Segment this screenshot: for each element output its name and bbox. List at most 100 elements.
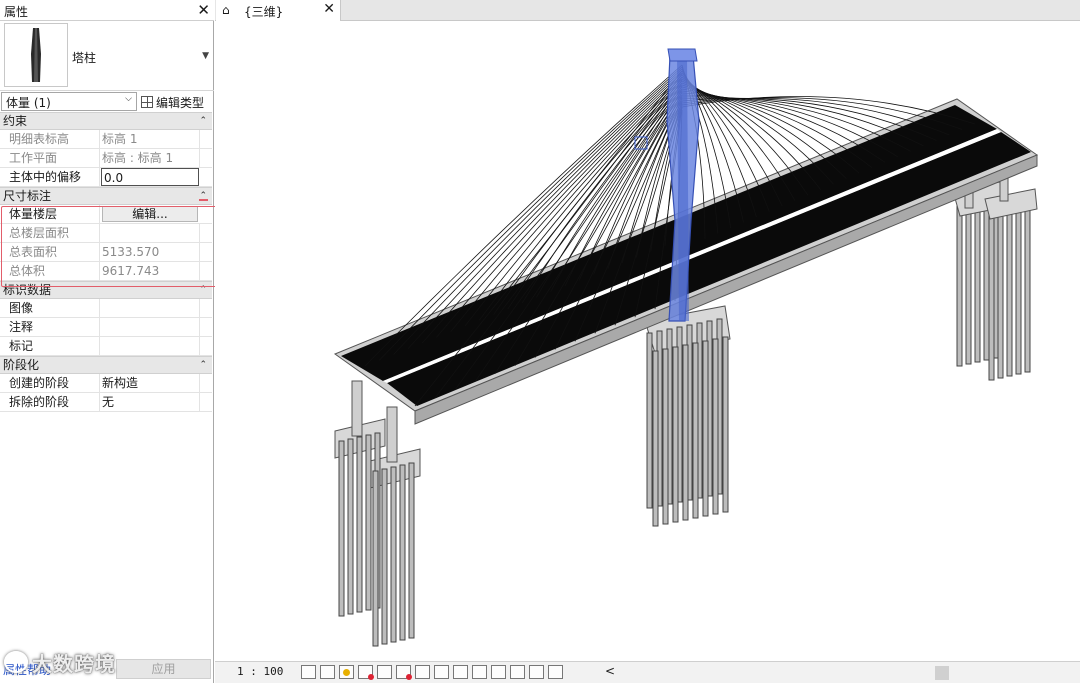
pile <box>347 438 354 615</box>
properties-panel: 属性 ✕ 塔柱 ▼ 体量 (1) ⌵ 编辑类型 约束 ⌃ 明细表标高 标高 1 … <box>0 0 214 683</box>
pile <box>997 212 1004 379</box>
middle-pier-group <box>644 305 731 527</box>
property-row: 拆除的阶段 无 <box>0 393 212 412</box>
section-constraints[interactable]: 约束 ⌃ <box>0 112 212 130</box>
right-pier-group <box>952 170 1038 381</box>
properties-titlebar: 属性 ✕ <box>0 0 214 21</box>
pile <box>390 466 397 643</box>
horizontal-scrollbar[interactable] <box>935 666 949 680</box>
pile <box>682 344 689 521</box>
section-phasing[interactable]: 阶段化 ⌃ <box>0 356 212 374</box>
close-icon[interactable]: ✕ <box>323 1 335 17</box>
section-title: 阶段化 <box>3 358 40 372</box>
edit-type-button[interactable]: 编辑类型 <box>141 93 204 111</box>
property-value: 9617.743 <box>100 262 200 280</box>
instance-filter-select[interactable]: 体量 (1) ⌵ <box>1 92 137 111</box>
property-row: 注释 <box>0 318 212 337</box>
collapse-icon[interactable]: ⌃ <box>199 113 207 129</box>
chevron-down-icon[interactable]: ▼ <box>202 51 209 61</box>
property-value <box>100 224 200 242</box>
temp-hide-icon[interactable] <box>453 665 468 679</box>
property-row: 主体中的偏移 0.0 <box>0 168 212 187</box>
collapse-icon[interactable]: ⌃ <box>199 357 207 373</box>
pile <box>974 196 981 363</box>
properties-title: 属性 <box>4 5 29 19</box>
pile <box>646 332 653 509</box>
property-row: 总表面积 5133.570 <box>0 243 212 262</box>
show-crop-icon[interactable] <box>415 665 430 679</box>
pile <box>338 440 345 617</box>
pile <box>672 346 679 523</box>
offset-input[interactable]: 0.0 <box>101 168 199 186</box>
property-key: 标记 <box>0 337 100 355</box>
pile <box>1006 210 1013 377</box>
pile <box>652 350 659 527</box>
temporary-view-icon[interactable] <box>491 665 506 679</box>
render-icon[interactable] <box>377 665 392 679</box>
pile <box>692 342 699 519</box>
section-dimensions[interactable]: 尺寸标注 ⌃ <box>0 187 212 205</box>
property-value[interactable] <box>100 299 200 317</box>
property-key: 明细表标高 <box>0 130 100 148</box>
property-row: 图像 <box>0 299 212 318</box>
pile <box>1024 206 1031 373</box>
mass-floors-edit-button[interactable]: 编辑... <box>102 206 198 222</box>
tab-3d-view[interactable]: ⌂ {三维} ✕ <box>216 0 341 21</box>
property-key: 图像 <box>0 299 100 317</box>
phase-created-value[interactable]: 新构造 <box>100 374 200 392</box>
property-value[interactable] <box>100 318 200 336</box>
property-row: 标记 <box>0 337 212 356</box>
edit-type-label: 编辑类型 <box>156 95 205 110</box>
3d-viewport[interactable] <box>215 21 1080 661</box>
property-row: 明细表标高 标高 1 <box>0 130 212 149</box>
view-scale[interactable]: 1 : 100 <box>237 665 283 678</box>
property-key: 总楼层面积 <box>0 224 100 242</box>
property-key: 注释 <box>0 318 100 336</box>
property-key: 体量楼层 <box>0 205 100 223</box>
analytical-model-icon[interactable] <box>510 665 525 679</box>
property-key: 总表面积 <box>0 243 100 261</box>
reveal-hidden-icon[interactable] <box>472 665 487 679</box>
property-value[interactable] <box>100 337 200 355</box>
collapse-icon[interactable]: ⌃ <box>199 282 207 298</box>
property-value: 5133.570 <box>100 243 200 261</box>
pile <box>988 214 995 381</box>
shadows-icon[interactable] <box>358 665 374 680</box>
view-control-bar: 1 : 100 < <box>215 661 1080 683</box>
sun-path-icon[interactable] <box>339 665 354 679</box>
close-icon[interactable]: ✕ <box>197 1 210 19</box>
pile <box>983 194 990 361</box>
visual-style-icon[interactable] <box>320 665 335 679</box>
pile <box>381 468 388 645</box>
property-key: 总体积 <box>0 262 100 280</box>
pile <box>372 470 379 647</box>
instance-filter-value: 体量 (1) <box>6 96 51 110</box>
chevron-left-icon[interactable]: < <box>605 664 615 678</box>
view-tools <box>301 665 563 680</box>
highlight-displacement-icon[interactable] <box>529 665 544 679</box>
apply-button[interactable]: 应用 <box>116 659 211 679</box>
type-selector[interactable]: 塔柱 ▼ <box>0 21 214 91</box>
pile <box>356 436 363 613</box>
lock-view-icon[interactable] <box>434 665 449 679</box>
pile <box>662 348 669 525</box>
collapse-icon[interactable]: ⌃ <box>199 188 207 204</box>
bridge-model <box>333 48 1039 647</box>
watermark-logo-icon <box>4 651 28 673</box>
chevron-down-icon: ⌵ <box>125 94 132 104</box>
pile <box>722 336 729 513</box>
reveal-constraints-icon[interactable] <box>548 665 563 679</box>
type-preview-image <box>4 23 68 87</box>
pile <box>965 198 972 365</box>
section-title: 尺寸标注 <box>3 189 52 203</box>
section-title: 约束 <box>3 114 28 128</box>
crop-view-icon[interactable] <box>396 665 412 680</box>
property-row: 总体积 9617.743 <box>0 262 212 281</box>
phase-demolished-value[interactable]: 无 <box>100 393 200 411</box>
property-key: 工作平面 <box>0 149 100 167</box>
property-row: 体量楼层 编辑... <box>0 205 212 224</box>
3d-view-icon: ⌂ <box>222 3 230 17</box>
section-identity-data[interactable]: 标识数据 ⌃ <box>0 281 212 299</box>
detail-level-icon[interactable] <box>301 665 316 679</box>
property-row: 总楼层面积 <box>0 224 212 243</box>
